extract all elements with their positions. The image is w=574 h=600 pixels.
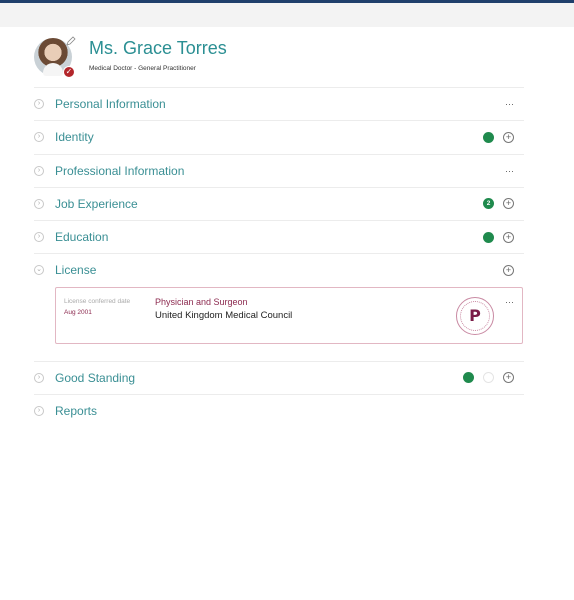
sections-list: › Personal Information ··· › Identity + …	[34, 87, 524, 427]
profile-header: ✓ Ms. Grace Torres Medical Doctor - Gene…	[34, 36, 524, 78]
license-title: Physician and Surgeon	[155, 296, 248, 307]
section-good-standing[interactable]: › Good Standing +	[34, 360, 524, 394]
chevron-right-icon[interactable]: ›	[34, 99, 44, 109]
more-options-icon[interactable]: ···	[505, 297, 514, 307]
chevron-right-icon[interactable]: ›	[34, 198, 44, 209]
more-options-icon[interactable]: ···	[505, 99, 514, 109]
chevron-down-icon[interactable]: ⌄	[34, 265, 44, 276]
council-seal-logo: P	[456, 296, 494, 335]
section-title[interactable]: Identity	[55, 130, 94, 144]
seal-letter: P	[469, 306, 481, 326]
profile-role: Medical Doctor - General Practitioner	[89, 65, 196, 72]
chevron-right-icon[interactable]: ›	[34, 372, 44, 383]
section-title[interactable]: Personal Information	[55, 97, 166, 111]
add-circle-icon[interactable]: +	[503, 131, 514, 143]
section-identity[interactable]: › Identity +	[34, 120, 524, 153]
status-dot-green	[463, 372, 474, 384]
section-reports[interactable]: › Reports	[34, 394, 524, 427]
avatar-body	[43, 63, 63, 76]
status-dot-empty	[483, 372, 494, 384]
chevron-right-icon[interactable]: ›	[34, 165, 44, 176]
check-badge-icon: ✓	[63, 66, 75, 78]
pencil-icon[interactable]	[66, 36, 76, 46]
section-personal-information[interactable]: › Personal Information ···	[34, 87, 524, 120]
add-circle-icon[interactable]: +	[503, 264, 514, 276]
section-license[interactable]: ⌄ License +	[34, 253, 524, 286]
section-professional-information[interactable]: › Professional Information ···	[34, 153, 524, 187]
add-circle-icon[interactable]: +	[503, 231, 514, 243]
chevron-right-icon[interactable]: ›	[34, 406, 44, 417]
status-dot-green	[483, 231, 494, 243]
chevron-right-icon[interactable]: ›	[34, 232, 44, 243]
section-title[interactable]: Education	[55, 230, 108, 244]
section-title[interactable]: Professional Information	[55, 164, 184, 178]
more-options-icon[interactable]: ···	[505, 166, 514, 176]
add-circle-icon[interactable]: +	[503, 372, 514, 384]
section-job-experience[interactable]: › Job Experience 2 +	[34, 186, 524, 220]
section-title[interactable]: License	[55, 263, 96, 277]
status-count-badge: 2	[483, 198, 494, 210]
license-date: Aug 2001	[64, 308, 92, 316]
section-education[interactable]: › Education +	[34, 220, 524, 253]
add-circle-icon[interactable]: +	[503, 198, 514, 210]
sub-toolbar	[0, 3, 574, 27]
license-date-label: License conferred date	[64, 297, 131, 305]
profile-name: Ms. Grace Torres	[89, 38, 227, 58]
license-card[interactable]: License conferred date Aug 2001 Physicia…	[55, 286, 523, 344]
section-title[interactable]: Job Experience	[55, 197, 138, 211]
seal-inner-ring: P	[460, 300, 490, 331]
section-title[interactable]: Reports	[55, 404, 97, 418]
chevron-right-icon[interactable]: ›	[34, 132, 44, 143]
status-dot-green	[483, 131, 494, 143]
license-organization: United Kingdom Medical Council	[155, 309, 293, 321]
section-title[interactable]: Good Standing	[55, 371, 135, 385]
